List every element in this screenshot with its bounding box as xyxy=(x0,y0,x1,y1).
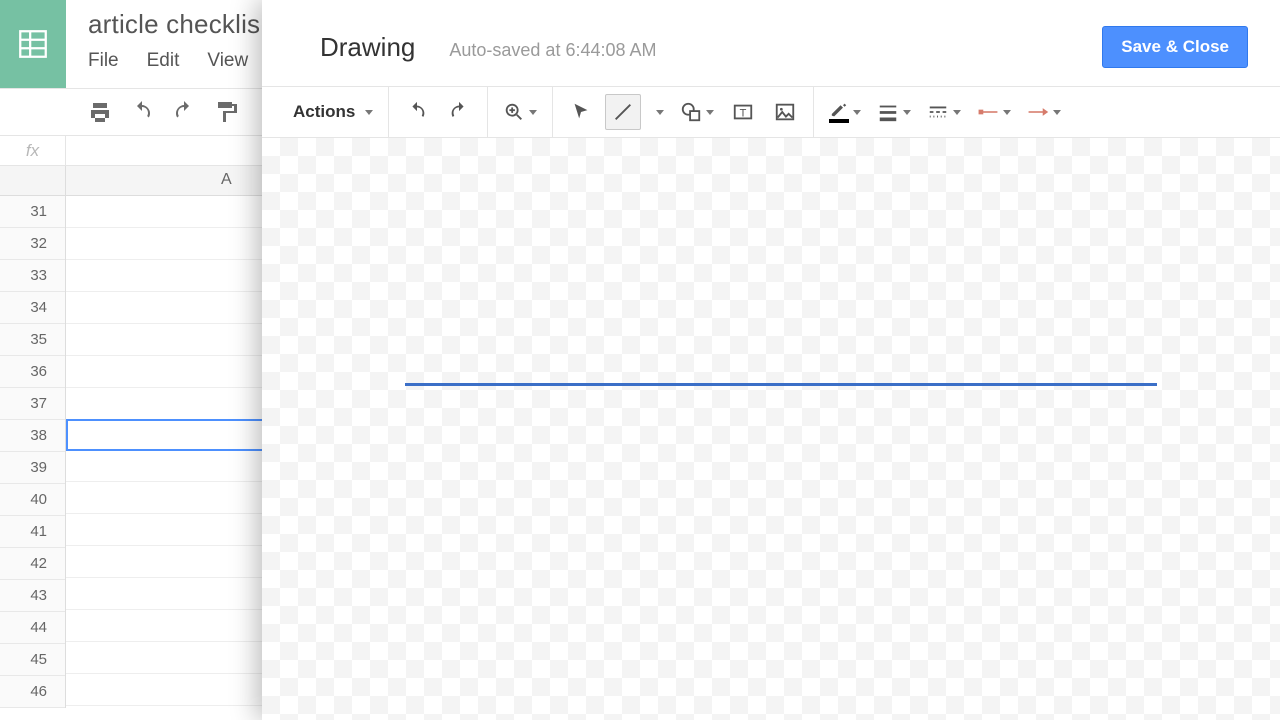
textbox-tool[interactable]: T xyxy=(725,94,761,130)
drawing-canvas[interactable] xyxy=(262,138,1280,720)
drawing-toolbar: Actions xyxy=(262,86,1280,138)
row-header[interactable]: 39 xyxy=(0,452,65,484)
image-tool[interactable] xyxy=(767,94,803,130)
line-end-button[interactable] xyxy=(1022,94,1066,130)
line-dash-icon xyxy=(927,101,949,123)
undo-button[interactable] xyxy=(399,94,435,130)
menu-bar: File Edit View xyxy=(88,50,260,72)
drawing-dialog: Drawing Auto-saved at 6:44:08 AM Save & … xyxy=(262,0,1280,720)
zoom-icon xyxy=(503,101,525,123)
textbox-icon: T xyxy=(732,101,754,123)
autosave-status: Auto-saved at 6:44:08 AM xyxy=(449,40,656,61)
print-icon[interactable] xyxy=(88,100,112,124)
sheets-icon xyxy=(16,27,50,61)
row-header[interactable]: 42 xyxy=(0,548,65,580)
svg-text:T: T xyxy=(740,108,747,120)
row-header[interactable]: 43 xyxy=(0,580,65,612)
undo-icon[interactable] xyxy=(130,100,154,124)
zoom-button[interactable] xyxy=(498,94,542,130)
dialog-title: Drawing xyxy=(320,32,415,63)
row-headers: 31323334353637383940414243444546 xyxy=(0,166,66,708)
paint-format-icon[interactable] xyxy=(214,100,238,124)
menu-edit[interactable]: Edit xyxy=(147,50,180,72)
line-start-icon xyxy=(977,101,999,123)
row-header[interactable]: 37 xyxy=(0,388,65,420)
row-header[interactable]: 41 xyxy=(0,516,65,548)
line-weight-button[interactable] xyxy=(872,94,916,130)
save-and-close-button[interactable]: Save & Close xyxy=(1102,26,1248,68)
drawn-line[interactable] xyxy=(405,383,1157,386)
row-header[interactable]: 31 xyxy=(0,196,65,228)
line-tool-menu[interactable] xyxy=(647,94,669,130)
row-header[interactable]: 38 xyxy=(0,420,65,452)
row-header[interactable]: 35 xyxy=(0,324,65,356)
row-header[interactable]: 33 xyxy=(0,260,65,292)
line-tool[interactable] xyxy=(605,94,641,130)
redo-icon[interactable] xyxy=(172,100,196,124)
menu-file[interactable]: File xyxy=(88,50,119,72)
row-header[interactable]: 46 xyxy=(0,676,65,708)
col-header-A[interactable]: A xyxy=(221,171,232,189)
row-header[interactable]: 45 xyxy=(0,644,65,676)
line-start-button[interactable] xyxy=(972,94,1016,130)
sheets-logo[interactable] xyxy=(0,0,66,88)
row-header[interactable]: 34 xyxy=(0,292,65,324)
doc-title[interactable]: article checklis xyxy=(88,9,260,40)
line-weight-icon xyxy=(877,101,899,123)
image-icon xyxy=(774,101,796,123)
redo-button[interactable] xyxy=(441,94,477,130)
shape-tool[interactable] xyxy=(675,94,719,130)
shape-icon xyxy=(680,101,702,123)
line-end-icon xyxy=(1027,101,1049,123)
line-icon xyxy=(612,101,634,123)
redo-icon xyxy=(448,101,470,123)
fx-label: fx xyxy=(0,136,66,165)
row-header[interactable]: 32 xyxy=(0,228,65,260)
pencil-icon xyxy=(829,102,849,123)
line-color-button[interactable] xyxy=(824,94,866,130)
select-tool[interactable] xyxy=(563,94,599,130)
sheets-title-area: article checklis File Edit View xyxy=(66,0,260,72)
menu-view[interactable]: View xyxy=(207,50,248,72)
row-header[interactable]: 44 xyxy=(0,612,65,644)
actions-menu[interactable]: Actions xyxy=(282,94,378,130)
undo-icon xyxy=(406,101,428,123)
row-header[interactable]: 36 xyxy=(0,356,65,388)
row-header[interactable]: 40 xyxy=(0,484,65,516)
grid-corner[interactable] xyxy=(0,166,65,196)
cursor-icon xyxy=(570,101,592,123)
line-dash-button[interactable] xyxy=(922,94,966,130)
dialog-header: Drawing Auto-saved at 6:44:08 AM Save & … xyxy=(262,0,1280,86)
